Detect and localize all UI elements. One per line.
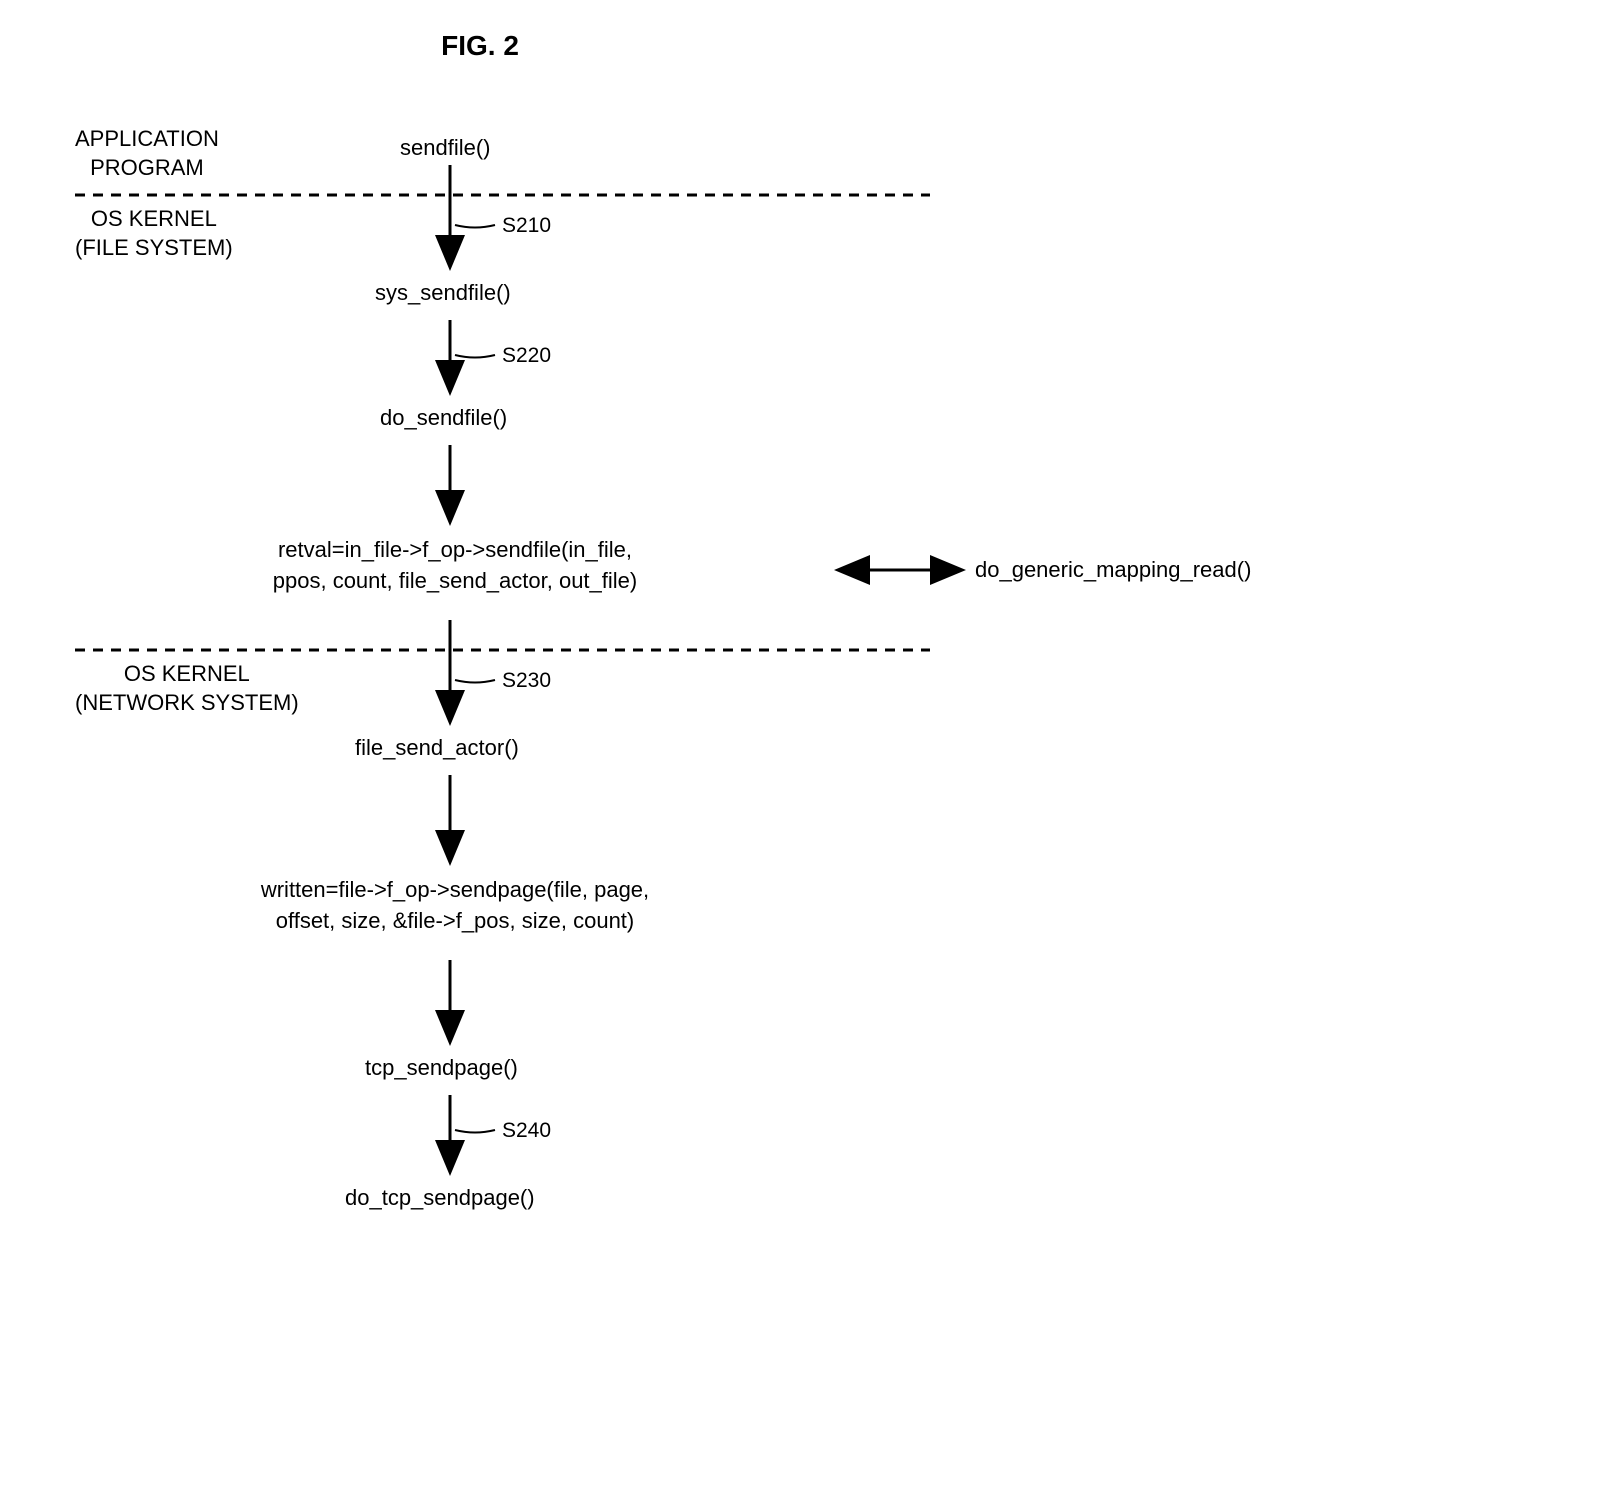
step-s230: S230 <box>502 669 551 693</box>
node-file-send-actor: file_send_actor() <box>355 735 519 761</box>
node-sys-sendfile: sys_sendfile() <box>375 280 511 306</box>
node-do-generic-mapping-read: do_generic_mapping_read() <box>975 557 1251 583</box>
diagram-svg <box>30 30 1580 1470</box>
layer-os-filesystem: OS KERNEL (FILE SYSTEM) <box>75 205 233 262</box>
step-s210: S210 <box>502 214 551 238</box>
node-sendfile: sendfile() <box>400 135 490 161</box>
node-written: written=file->f_op->sendpage(file, page,… <box>125 875 785 937</box>
layer-os-network: OS KERNEL (NETWORK SYSTEM) <box>75 660 299 717</box>
step-s220: S220 <box>502 344 551 368</box>
node-tcp-sendpage: tcp_sendpage() <box>365 1055 518 1081</box>
node-do-sendfile: do_sendfile() <box>380 405 507 431</box>
step-s240: S240 <box>502 1119 551 1143</box>
node-retval: retval=in_file->f_op->sendfile(in_file, … <box>135 535 775 597</box>
diagram-container: FIG. 2 <box>30 30 1580 1470</box>
node-do-tcp-sendpage: do_tcp_sendpage() <box>345 1185 535 1211</box>
layer-application: APPLICATION PROGRAM <box>75 125 219 182</box>
